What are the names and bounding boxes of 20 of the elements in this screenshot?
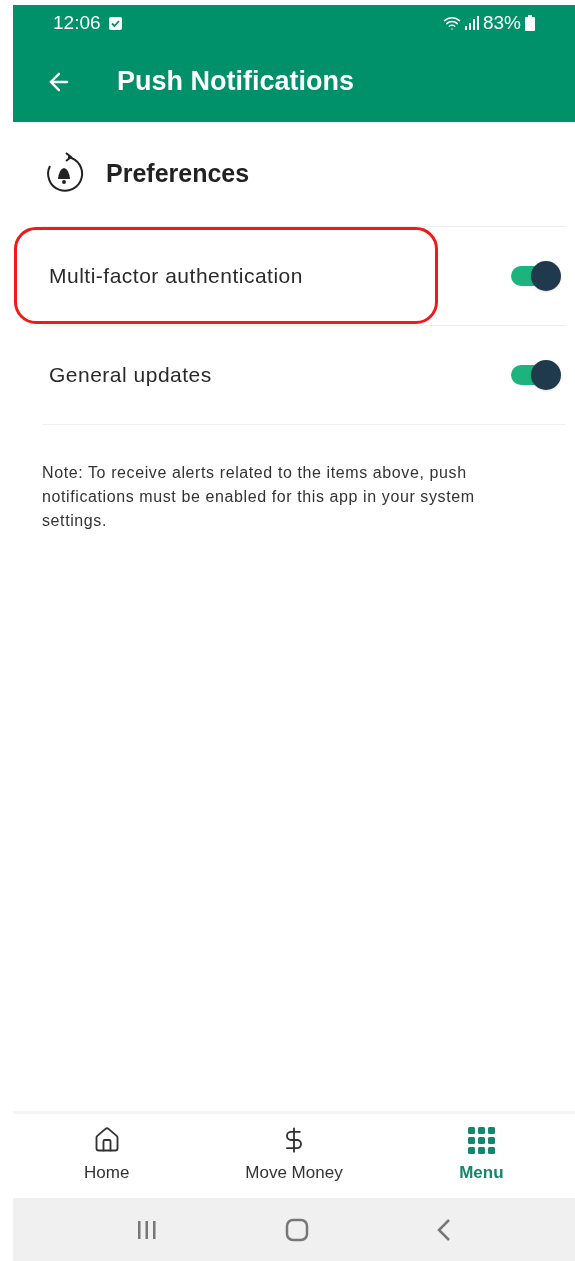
note-text: Note: To receive alerts related to the items above, push notifications must be enabled for this app in your system settings. [42,463,476,531]
nav-tab[interactable]: Menu [387,1114,575,1198]
preference-label: Multi-factor authentication [48,263,303,290]
battery-percent: 83% [482,10,521,35]
nav-tab[interactable]: Home [13,1114,201,1198]
checkbox-icon [108,16,122,30]
section-title: Preferences [106,158,250,190]
toggle-switch[interactable] [511,361,561,389]
screen-title: Push Notifications [117,65,354,99]
preference-label: General updates [48,362,212,389]
toggle-switch[interactable] [511,262,561,290]
home-button-icon[interactable] [285,1217,309,1242]
grid-icon [467,1126,496,1155]
signal-icon [464,16,479,30]
battery-icon [525,15,535,31]
nav-tab[interactable]: Move Money [200,1114,388,1198]
wifi-icon [442,14,461,32]
recent-apps-icon[interactable] [136,1218,159,1241]
back-nav-icon[interactable] [435,1217,452,1242]
status-time: 12:06 [53,10,101,35]
